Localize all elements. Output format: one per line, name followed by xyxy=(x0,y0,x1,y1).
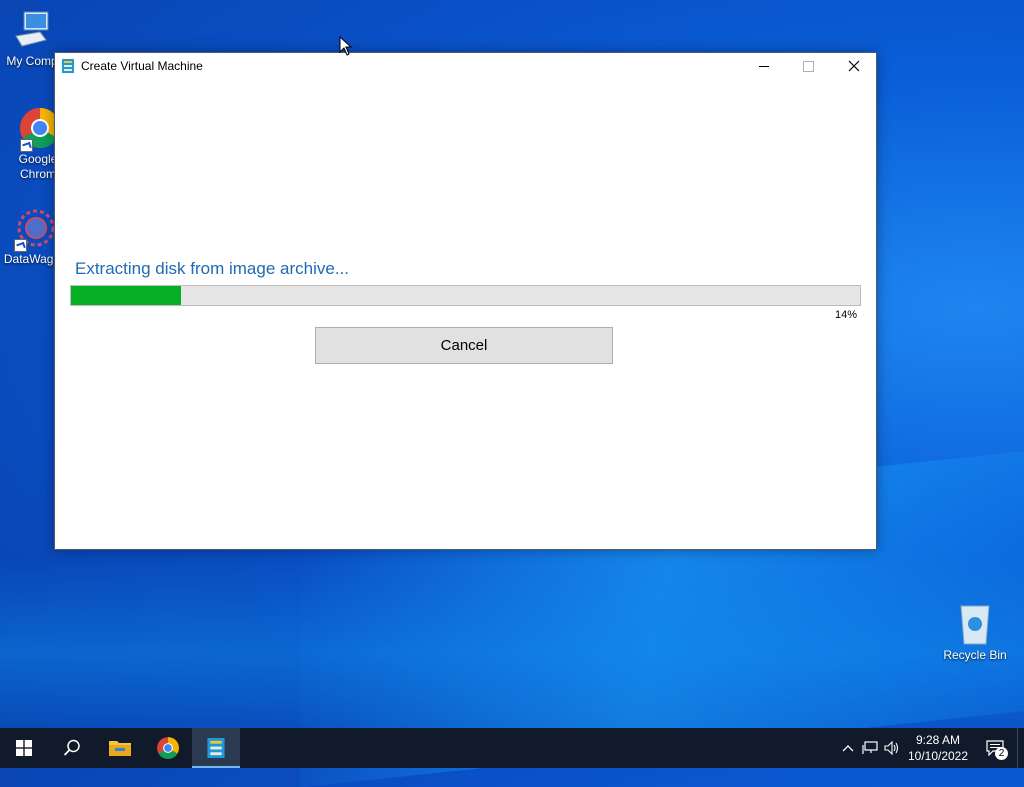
wallpaper-glow xyxy=(0,560,1024,730)
progress-fill xyxy=(71,286,182,305)
cancel-button[interactable]: Cancel xyxy=(315,327,613,364)
show-desktop-button[interactable] xyxy=(1017,728,1024,768)
start-icon xyxy=(16,740,32,756)
minimize-button[interactable] xyxy=(741,53,786,79)
network-icon xyxy=(862,741,878,754)
file-explorer-icon xyxy=(109,741,131,756)
chevron-up-icon xyxy=(842,745,854,752)
taskbar: 9:28 AM 10/10/2022 2 xyxy=(0,728,1024,768)
vm-app-taskbar-button[interactable] xyxy=(192,728,240,768)
create-vm-window: Create Virtual Machine Extracting disk f… xyxy=(54,52,877,550)
network-button[interactable] xyxy=(859,728,881,768)
clock-time: 9:28 AM xyxy=(915,733,961,747)
desktop-icon-recycle-bin[interactable]: Recycle Bin xyxy=(937,602,1013,663)
start-button[interactable] xyxy=(0,728,48,768)
notification-icon: 2 xyxy=(986,740,1008,760)
notification-count-badge: 2 xyxy=(995,747,1008,760)
action-center-button[interactable]: 2 xyxy=(973,728,1017,768)
clock[interactable]: 9:28 AM 10/10/2022 xyxy=(903,732,973,764)
vm-app-icon xyxy=(207,738,225,758)
minimize-icon xyxy=(758,65,769,67)
volume-button[interactable] xyxy=(881,728,903,768)
maximize-icon xyxy=(803,60,814,72)
recycle-bin-icon xyxy=(953,602,997,646)
shortcut-arrow-icon xyxy=(20,139,33,152)
show-hidden-icons-button[interactable] xyxy=(837,728,859,768)
datawago-icon xyxy=(10,206,55,252)
window-title: Create Virtual Machine xyxy=(81,59,203,73)
search-button[interactable] xyxy=(48,728,96,768)
search-icon xyxy=(63,739,80,756)
desktop-icon-label: Recycle Bin xyxy=(943,648,1007,662)
system-tray: 9:28 AM 10/10/2022 2 xyxy=(837,728,1024,768)
mouse-cursor-icon xyxy=(339,36,353,56)
status-text: Extracting disk from image archive... xyxy=(75,259,349,278)
close-icon xyxy=(848,60,859,72)
clock-date: 10/10/2022 xyxy=(907,749,969,763)
file-explorer-button[interactable] xyxy=(96,728,144,768)
progress-bar xyxy=(70,285,861,306)
maximize-button[interactable] xyxy=(786,53,831,79)
progress-percent: 14% xyxy=(834,309,857,321)
title-bar[interactable]: Create Virtual Machine xyxy=(55,53,876,79)
computer-icon xyxy=(10,8,54,52)
close-button[interactable] xyxy=(831,53,876,79)
shortcut-arrow-icon xyxy=(14,239,27,252)
chrome-icon xyxy=(157,737,179,759)
vm-app-icon xyxy=(62,59,74,73)
volume-icon xyxy=(884,741,899,755)
chrome-taskbar-button[interactable] xyxy=(144,728,192,768)
